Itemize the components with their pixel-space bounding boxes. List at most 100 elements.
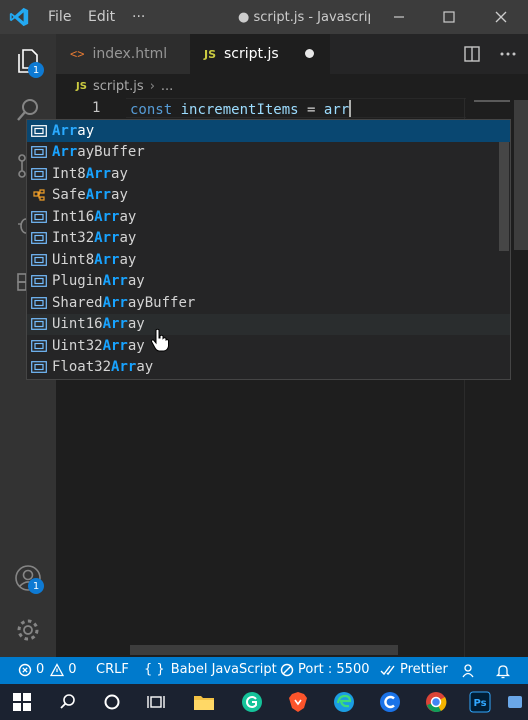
app-icon bbox=[508, 696, 522, 708]
suggestion-item[interactable]: Arr ayBuffer bbox=[27, 142, 510, 164]
cursor-app-button[interactable] bbox=[376, 688, 404, 716]
js-icon: JS bbox=[204, 47, 217, 61]
chrome-icon bbox=[426, 692, 447, 713]
close-icon bbox=[495, 11, 507, 23]
warning-count: 0 bbox=[68, 662, 77, 677]
vertical-scrollbar[interactable] bbox=[514, 100, 528, 250]
suggestion-item[interactable]: Arr ay bbox=[27, 120, 510, 142]
html-icon: <> bbox=[70, 47, 85, 61]
explorer-badge: 1 bbox=[28, 62, 44, 78]
close-button[interactable] bbox=[488, 5, 514, 29]
menu-more[interactable]: ··· bbox=[132, 9, 145, 25]
suggestion-match: Arr bbox=[94, 230, 120, 247]
error-icon bbox=[18, 663, 32, 676]
port-label: Port : 5500 bbox=[298, 662, 370, 677]
suggestion-match: Arr bbox=[102, 316, 128, 333]
suggestion-item[interactable]: Shared Arr ayBuffer bbox=[27, 292, 510, 314]
code-identifier: incrementItems bbox=[172, 102, 299, 118]
suggestion-text: ay bbox=[111, 165, 128, 182]
taskbar-search-button[interactable] bbox=[54, 688, 82, 716]
suggestion-text: Plugin bbox=[52, 273, 103, 290]
suggestion-item[interactable]: Uint16 Arr ay bbox=[27, 313, 510, 335]
suggestion-text: ayBuffer bbox=[77, 144, 145, 161]
file-explorer-button[interactable] bbox=[190, 688, 218, 716]
suggestion-item[interactable]: Int16 Arr ay bbox=[27, 206, 510, 228]
suggestion-text: Safe bbox=[52, 187, 86, 204]
code-line[interactable]: const incrementItems = arr bbox=[130, 100, 352, 118]
prettier-label: Prettier bbox=[400, 662, 448, 677]
unsaved-dot-icon[interactable] bbox=[305, 49, 314, 58]
eol-label: CRLF bbox=[96, 662, 129, 677]
variable-symbol-icon bbox=[31, 124, 47, 138]
suggestion-text: ayBuffer bbox=[127, 294, 196, 311]
windows-taskbar: Ps bbox=[0, 684, 528, 720]
warning-icon bbox=[50, 662, 65, 676]
suggestion-item[interactable]: Float32 Arr ay bbox=[27, 357, 510, 379]
maximize-icon bbox=[443, 11, 455, 23]
variable-symbol-icon bbox=[31, 296, 47, 310]
live-server-port[interactable]: Port : 5500 bbox=[280, 662, 370, 677]
edge-browser-button[interactable] bbox=[330, 688, 358, 716]
suggestion-text: ay bbox=[119, 208, 137, 225]
menu-edit[interactable]: Edit bbox=[88, 9, 115, 25]
suggestion-item[interactable]: Safe Arr ay bbox=[27, 185, 510, 207]
window-title: ● script.js - Javascrip... bbox=[238, 10, 370, 25]
code-typed-text: arr bbox=[323, 102, 350, 118]
variable-symbol-icon bbox=[31, 274, 47, 288]
grammarly-icon bbox=[242, 692, 262, 712]
minimize-button[interactable] bbox=[386, 5, 412, 29]
autocomplete-suggestions: Arr ay Arr ayBuffer Int8 Arr ay Safe Arr ay Int16 A… bbox=[26, 119, 511, 380]
tab-label: index.html bbox=[92, 46, 168, 62]
menu-file[interactable]: File bbox=[48, 9, 71, 25]
maximize-button[interactable] bbox=[436, 5, 462, 29]
breadcrumb-file[interactable]: script.js bbox=[93, 79, 144, 94]
c-app-icon bbox=[380, 692, 400, 712]
tab-index-html[interactable]: <> index.html bbox=[56, 34, 190, 74]
suggestion-item[interactable]: Uint32 Arr ay bbox=[27, 335, 510, 357]
start-button[interactable] bbox=[8, 688, 36, 716]
bell-icon[interactable] bbox=[495, 663, 511, 679]
chevron-right-icon: › bbox=[149, 78, 155, 94]
photoshop-button[interactable]: Ps bbox=[466, 688, 494, 716]
tab-bar: <> index.html JS script.js bbox=[56, 34, 528, 74]
suggestion-text: Int16 bbox=[52, 208, 95, 225]
brave-lion-icon bbox=[289, 692, 307, 712]
no-entry-icon bbox=[280, 663, 294, 676]
gear-icon[interactable] bbox=[14, 616, 42, 644]
eol-indicator[interactable]: CRLF bbox=[96, 662, 129, 677]
suggestion-text: Float32 bbox=[52, 359, 112, 376]
prettier-status[interactable]: Prettier bbox=[380, 662, 448, 677]
suggestion-text: ay bbox=[111, 187, 128, 204]
suggestion-item[interactable]: Uint8 Arr ay bbox=[27, 249, 510, 271]
grammarly-button[interactable] bbox=[238, 688, 266, 716]
language-label: Babel JavaScript bbox=[170, 662, 277, 677]
tab-script-js[interactable]: JS script.js bbox=[190, 34, 330, 74]
more-actions-icon[interactable] bbox=[498, 44, 518, 64]
variable-symbol-icon bbox=[31, 167, 47, 181]
suggestion-match: Arr bbox=[85, 165, 112, 182]
split-editor-icon[interactable] bbox=[462, 44, 482, 64]
brave-browser-button[interactable] bbox=[284, 688, 312, 716]
task-view-button[interactable] bbox=[142, 688, 170, 716]
svg-text:Ps: Ps bbox=[473, 698, 486, 709]
chrome-browser-button[interactable] bbox=[422, 688, 450, 716]
suggestion-text: Uint16 bbox=[52, 316, 103, 333]
suggestion-item[interactable]: Plugin Arr ay bbox=[27, 271, 510, 293]
suggestion-match: Arr bbox=[85, 187, 112, 204]
extra-app-button[interactable] bbox=[502, 688, 528, 716]
language-mode[interactable]: { } Babel JavaScript bbox=[144, 662, 277, 677]
problems-indicator[interactable]: 0 0 bbox=[18, 662, 77, 677]
folder-icon bbox=[194, 696, 214, 710]
suggestion-match: Arr bbox=[111, 359, 137, 376]
suggestion-text: Shared bbox=[52, 294, 103, 311]
horizontal-scrollbar[interactable] bbox=[130, 645, 398, 655]
suggestion-text: ay bbox=[127, 316, 145, 333]
cortana-button[interactable] bbox=[98, 688, 126, 716]
error-count: 0 bbox=[36, 662, 45, 677]
breadcrumb-symbol[interactable]: ... bbox=[161, 79, 173, 94]
suggestion-match: Arr bbox=[102, 273, 128, 290]
feedback-icon[interactable] bbox=[462, 663, 478, 679]
suggestion-item[interactable]: Int32 Arr ay bbox=[27, 228, 510, 250]
code-operator: = bbox=[298, 102, 324, 118]
suggestion-item[interactable]: Int8 Arr ay bbox=[27, 163, 510, 185]
